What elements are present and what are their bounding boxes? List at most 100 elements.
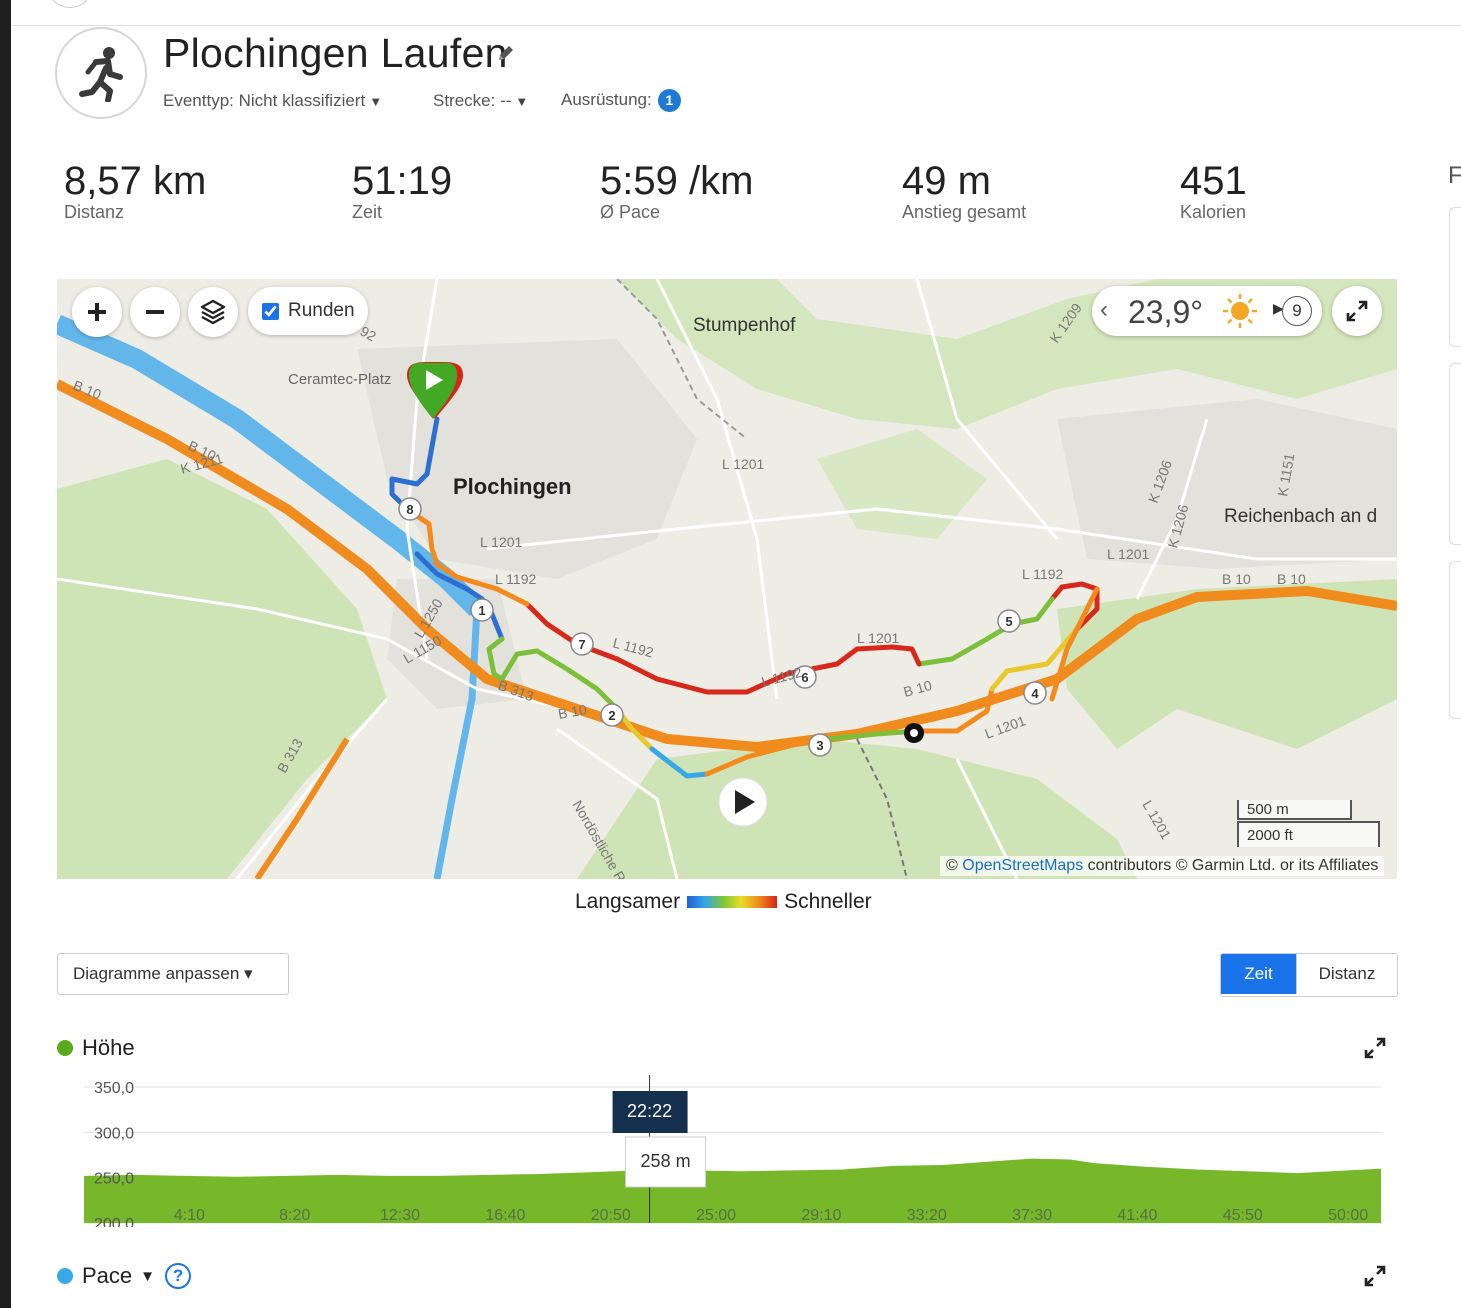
speed-gradient-bar — [687, 896, 778, 908]
svg-text:2: 2 — [608, 708, 615, 723]
place-label: Plochingen — [453, 474, 572, 499]
side-panel-card — [1449, 207, 1461, 347]
road-label: B 10 — [1222, 571, 1251, 587]
help-icon[interactable]: ? — [165, 1263, 192, 1289]
stat-label: Kalorien — [1180, 202, 1247, 222]
lap-marker-5[interactable]: 5 — [997, 609, 1021, 633]
stat-value: 49 m — [902, 159, 991, 203]
time-distance-toggle: Zeit Distanz — [1220, 953, 1398, 997]
wind-speed-value: 9 — [1282, 296, 1312, 326]
chevron-left-icon[interactable]: ‹ — [1100, 296, 1108, 324]
pace-section-header: Pace ▼ ? — [57, 1263, 192, 1289]
stat-avg-pace: 5:59 /km Ø Pace — [600, 158, 753, 223]
minus-icon — [146, 310, 164, 314]
x-tick-label: 50:00 — [1328, 1207, 1368, 1224]
laps-toggle[interactable]: Runden — [248, 287, 368, 335]
place-label: Reichenbach an d — [1224, 506, 1377, 527]
top-header-bar — [11, 0, 1461, 26]
y-tick-label: 250,0 — [94, 1171, 134, 1188]
gear-count-badge: 1 — [657, 89, 681, 112]
x-tick-label: 25:00 — [696, 1207, 736, 1224]
toggle-time-button[interactable]: Zeit — [1221, 954, 1296, 994]
road-label: B 10 — [902, 677, 934, 700]
caret-down-icon[interactable]: ▼ — [140, 1268, 155, 1285]
expand-icon — [1346, 300, 1368, 322]
pencil-edit-icon[interactable] — [496, 43, 516, 63]
map-canvas: 1 2 3 4 5 6 7 8 Stumpenhof Ceramtec-Plat — [57, 279, 1397, 879]
event-type-label: Eventtyp: — [163, 91, 234, 110]
y-tick-label: 300,0 — [94, 1125, 134, 1142]
pace-title[interactable]: Pace — [82, 1263, 132, 1289]
cursor-value-label: 258 m — [641, 1151, 691, 1171]
x-tick-label: 29:10 — [801, 1207, 841, 1224]
stat-value: 5:59 /km — [600, 159, 754, 203]
left-dark-strip — [0, 0, 11, 1308]
place-label: Ceramtec-Platz — [288, 371, 391, 388]
road-label: L 1201 — [983, 712, 1028, 742]
road-label: L 1201 — [1107, 546, 1150, 562]
y-tick-label: 350,0 — [94, 1080, 134, 1097]
laps-label: Runden — [288, 300, 355, 321]
x-tick-label: 37:30 — [1012, 1207, 1052, 1224]
stat-value: 8,57 km — [64, 159, 207, 203]
road-label: L 1201 — [1139, 798, 1174, 843]
lap-marker-7[interactable]: 7 — [570, 632, 594, 656]
road-label: L 1201 — [480, 534, 523, 550]
scale-bar-imperial: 2000 ft — [1237, 821, 1380, 847]
stat-label: Zeit — [352, 202, 383, 222]
play-route-button[interactable] — [718, 777, 768, 827]
road-label: L 1201 — [857, 630, 900, 646]
openstreetmap-link[interactable]: OpenStreetMaps — [962, 857, 1083, 874]
legend-fast-label: Schneller — [784, 890, 872, 913]
svg-text:3: 3 — [816, 738, 823, 753]
side-panel-heading: F — [1448, 162, 1461, 189]
map-layers-button[interactable] — [188, 287, 238, 337]
map-fullscreen-button[interactable] — [1332, 286, 1382, 336]
stat-total-ascent: 49 m Anstieg gesamt — [902, 158, 1026, 223]
customize-charts-dropdown[interactable]: Diagramme anpassen ▾ — [57, 953, 289, 995]
header-avatar-circle[interactable] — [49, 0, 91, 8]
sun-icon — [1223, 294, 1257, 328]
caret-down-icon: ▼ — [515, 94, 529, 109]
gear-link[interactable]: Ausrüstung: 1 — [561, 89, 681, 112]
zoom-in-button[interactable] — [72, 287, 122, 337]
x-tick-label: 8:20 — [279, 1207, 310, 1224]
stat-distance: 8,57 km Distanz — [64, 158, 206, 223]
cursor-time-label: 22:22 — [627, 1101, 672, 1121]
expand-chart-icon[interactable] — [1364, 1037, 1386, 1059]
stat-value: 51:19 — [352, 159, 453, 203]
weather-widget[interactable]: ‹ 23,9° ▶ 9 — [1092, 286, 1322, 336]
lap-marker-8[interactable]: 8 — [398, 497, 422, 521]
running-activity-icon — [55, 27, 147, 119]
elevation-section-header: Höhe — [57, 1035, 135, 1061]
route-map[interactable]: 1 2 3 4 5 6 7 8 Stumpenhof Ceramtec-Plat — [57, 279, 1397, 879]
lap-marker-3[interactable]: 3 — [808, 733, 832, 757]
layers-icon — [200, 299, 226, 325]
laps-checkbox[interactable] — [262, 302, 279, 320]
x-tick-label: 41:40 — [1117, 1207, 1157, 1224]
caret-down-icon: ▾ — [244, 964, 253, 983]
course-dropdown[interactable]: Strecke: -- ▼ — [433, 91, 528, 111]
legend-slow-label: Langsamer — [575, 890, 681, 913]
lap-marker-2[interactable]: 2 — [600, 703, 624, 727]
expand-chart-icon[interactable] — [1364, 1265, 1386, 1287]
lap-marker-1[interactable]: 1 — [470, 598, 494, 622]
stat-value: 451 — [1180, 159, 1247, 203]
elevation-chart[interactable]: 350,0 300,0 250,0 200,0 4:10 8:20 12:30 16:40 20… — [57, 1075, 1397, 1227]
lap-marker-4[interactable]: 4 — [1023, 681, 1047, 705]
stat-time: 51:19 Zeit — [352, 158, 452, 223]
svg-text:7: 7 — [578, 637, 585, 652]
activity-title: Plochingen Laufen — [163, 30, 508, 76]
elevation-title: Höhe — [82, 1035, 135, 1060]
road-label: L 1192 — [760, 664, 804, 690]
zoom-out-button[interactable] — [130, 287, 180, 337]
road-label: L 1192 — [1022, 566, 1063, 582]
x-tick-label: 20:50 — [591, 1207, 631, 1224]
event-type-dropdown[interactable]: Eventtyp: Nicht klassifiziert ▼ — [163, 91, 382, 111]
attribution-text: contributors © Garmin Ltd. or its Affili… — [1087, 857, 1379, 874]
road-label: L 1201 — [722, 456, 765, 472]
map-attribution: © OpenStreetMaps contributors © Garmin L… — [940, 856, 1385, 876]
road-label: B 10 — [1277, 571, 1306, 587]
toggle-distance-button[interactable]: Distanz — [1296, 954, 1397, 994]
svg-text:8: 8 — [406, 502, 413, 517]
